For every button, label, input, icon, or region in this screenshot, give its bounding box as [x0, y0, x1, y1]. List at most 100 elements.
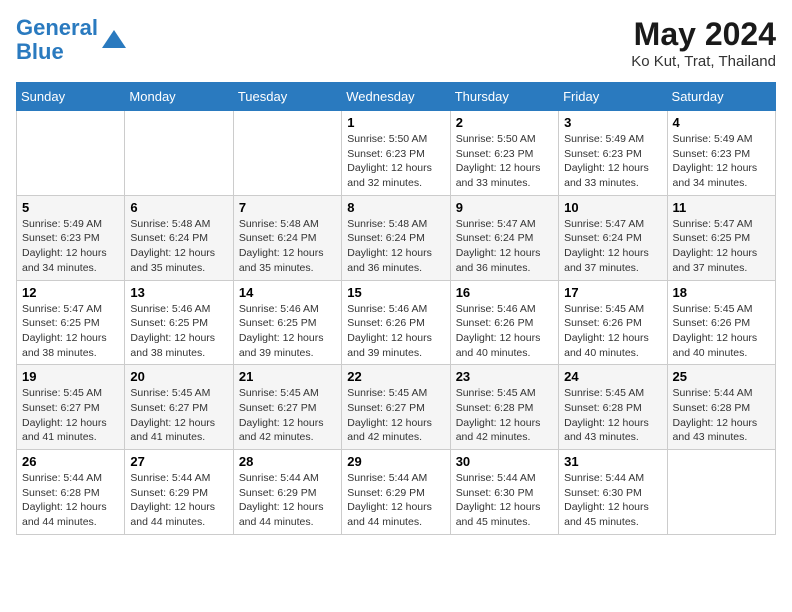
- calendar-cell: 15 Sunrise: 5:46 AMSunset: 6:26 PMDayligh…: [342, 280, 450, 365]
- day-number: 22: [347, 369, 444, 384]
- day-info: Sunrise: 5:50 AMSunset: 6:23 PMDaylight:…: [456, 132, 553, 191]
- calendar-cell: 20 Sunrise: 5:45 AMSunset: 6:27 PMDayligh…: [125, 365, 233, 450]
- weekday-header-row: SundayMondayTuesdayWednesdayThursdayFrid…: [17, 83, 776, 111]
- page-header: General Blue May 2024 Ko Kut, Trat, Thai…: [16, 16, 776, 70]
- day-info: Sunrise: 5:46 AMSunset: 6:25 PMDaylight:…: [130, 302, 227, 361]
- day-info: Sunrise: 5:47 AMSunset: 6:25 PMDaylight:…: [22, 302, 119, 361]
- weekday-header-sunday: Sunday: [17, 83, 125, 111]
- day-number: 10: [564, 200, 661, 215]
- day-number: 24: [564, 369, 661, 384]
- day-number: 20: [130, 369, 227, 384]
- logo-blue: Blue: [16, 39, 64, 64]
- day-number: 26: [22, 454, 119, 469]
- day-number: 12: [22, 285, 119, 300]
- calendar-cell: 27 Sunrise: 5:44 AMSunset: 6:29 PMDayligh…: [125, 450, 233, 535]
- calendar-cell: 16 Sunrise: 5:46 AMSunset: 6:26 PMDayligh…: [450, 280, 558, 365]
- calendar-cell: 22 Sunrise: 5:45 AMSunset: 6:27 PMDayligh…: [342, 365, 450, 450]
- month-year-title: May 2024: [631, 16, 776, 53]
- calendar-cell: 23 Sunrise: 5:45 AMSunset: 6:28 PMDayligh…: [450, 365, 558, 450]
- day-info: Sunrise: 5:50 AMSunset: 6:23 PMDaylight:…: [347, 132, 444, 191]
- day-number: 21: [239, 369, 336, 384]
- day-info: Sunrise: 5:44 AMSunset: 6:28 PMDaylight:…: [22, 471, 119, 530]
- day-info: Sunrise: 5:44 AMSunset: 6:30 PMDaylight:…: [456, 471, 553, 530]
- day-info: Sunrise: 5:45 AMSunset: 6:27 PMDaylight:…: [130, 386, 227, 445]
- calendar-cell: 24Sunrise: 5:45 AMSunset: 6:28 PMDayligh…: [559, 365, 667, 450]
- calendar-week-4: 19 Sunrise: 5:45 AMSunset: 6:27 PMDayligh…: [17, 365, 776, 450]
- day-number: 19: [22, 369, 119, 384]
- day-info: Sunrise: 5:47 AMSunset: 6:24 PMDaylight:…: [564, 217, 661, 276]
- weekday-header-monday: Monday: [125, 83, 233, 111]
- day-info: Sunrise: 5:48 AMSunset: 6:24 PMDaylight:…: [347, 217, 444, 276]
- calendar-cell: 19Sunrise: 5:45 AMSunset: 6:27 PMDayligh…: [17, 365, 125, 450]
- day-number: 6: [130, 200, 227, 215]
- calendar-cell: 14Sunrise: 5:46 AMSunset: 6:25 PMDayligh…: [233, 280, 341, 365]
- day-info: Sunrise: 5:48 AMSunset: 6:24 PMDaylight:…: [130, 217, 227, 276]
- day-info: Sunrise: 5:45 AMSunset: 6:26 PMDaylight:…: [673, 302, 770, 361]
- calendar-cell: 17Sunrise: 5:45 AMSunset: 6:26 PMDayligh…: [559, 280, 667, 365]
- weekday-header-friday: Friday: [559, 83, 667, 111]
- day-number: 23: [456, 369, 553, 384]
- day-number: 25: [673, 369, 770, 384]
- calendar-cell: 25Sunrise: 5:44 AMSunset: 6:28 PMDayligh…: [667, 365, 775, 450]
- day-number: 28: [239, 454, 336, 469]
- weekday-header-wednesday: Wednesday: [342, 83, 450, 111]
- calendar-cell: 2 Sunrise: 5:50 AMSunset: 6:23 PMDaylight…: [450, 111, 558, 196]
- day-info: Sunrise: 5:49 AMSunset: 6:23 PMDaylight:…: [673, 132, 770, 191]
- title-block: May 2024 Ko Kut, Trat, Thailand: [631, 16, 776, 70]
- weekday-header-saturday: Saturday: [667, 83, 775, 111]
- day-info: Sunrise: 5:49 AMSunset: 6:23 PMDaylight:…: [564, 132, 661, 191]
- day-info: Sunrise: 5:44 AMSunset: 6:29 PMDaylight:…: [130, 471, 227, 530]
- calendar-cell: 6 Sunrise: 5:48 AMSunset: 6:24 PMDaylight…: [125, 195, 233, 280]
- calendar-table: SundayMondayTuesdayWednesdayThursdayFrid…: [16, 82, 776, 535]
- day-info: Sunrise: 5:46 AMSunset: 6:25 PMDaylight:…: [239, 302, 336, 361]
- day-info: Sunrise: 5:48 AMSunset: 6:24 PMDaylight:…: [239, 217, 336, 276]
- calendar-cell: 28Sunrise: 5:44 AMSunset: 6:29 PMDayligh…: [233, 450, 341, 535]
- day-number: 2: [456, 115, 553, 130]
- day-number: 9: [456, 200, 553, 215]
- day-info: Sunrise: 5:46 AMSunset: 6:26 PMDaylight:…: [347, 302, 444, 361]
- calendar-cell: 21 Sunrise: 5:45 AMSunset: 6:27 PMDayligh…: [233, 365, 341, 450]
- calendar-cell: 31Sunrise: 5:44 AMSunset: 6:30 PMDayligh…: [559, 450, 667, 535]
- day-info: Sunrise: 5:49 AMSunset: 6:23 PMDaylight:…: [22, 217, 119, 276]
- calendar-cell: 13Sunrise: 5:46 AMSunset: 6:25 PMDayligh…: [125, 280, 233, 365]
- calendar-cell: [125, 111, 233, 196]
- calendar-cell: 12 Sunrise: 5:47 AMSunset: 6:25 PMDayligh…: [17, 280, 125, 365]
- day-info: Sunrise: 5:47 AMSunset: 6:25 PMDaylight:…: [673, 217, 770, 276]
- day-info: Sunrise: 5:45 AMSunset: 6:26 PMDaylight:…: [564, 302, 661, 361]
- day-number: 31: [564, 454, 661, 469]
- calendar-cell: 29 Sunrise: 5:44 AMSunset: 6:29 PMDayligh…: [342, 450, 450, 535]
- logo-general: General: [16, 15, 98, 40]
- day-info: Sunrise: 5:45 AMSunset: 6:28 PMDaylight:…: [456, 386, 553, 445]
- day-number: 16: [456, 285, 553, 300]
- calendar-cell: 30 Sunrise: 5:44 AMSunset: 6:30 PMDayligh…: [450, 450, 558, 535]
- calendar-cell: 8 Sunrise: 5:48 AMSunset: 6:24 PMDaylight…: [342, 195, 450, 280]
- calendar-week-3: 12 Sunrise: 5:47 AMSunset: 6:25 PMDayligh…: [17, 280, 776, 365]
- day-number: 8: [347, 200, 444, 215]
- calendar-cell: 4Sunrise: 5:49 AMSunset: 6:23 PMDaylight…: [667, 111, 775, 196]
- calendar-cell: [233, 111, 341, 196]
- calendar-cell: 5 Sunrise: 5:49 AMSunset: 6:23 PMDaylight…: [17, 195, 125, 280]
- day-number: 18: [673, 285, 770, 300]
- weekday-header-thursday: Thursday: [450, 83, 558, 111]
- day-info: Sunrise: 5:45 AMSunset: 6:27 PMDaylight:…: [239, 386, 336, 445]
- calendar-cell: [667, 450, 775, 535]
- day-number: 27: [130, 454, 227, 469]
- day-number: 11: [673, 200, 770, 215]
- calendar-cell: 11 Sunrise: 5:47 AMSunset: 6:25 PMDayligh…: [667, 195, 775, 280]
- calendar-cell: [17, 111, 125, 196]
- logo: General Blue: [16, 16, 128, 64]
- calendar-cell: 9Sunrise: 5:47 AMSunset: 6:24 PMDaylight…: [450, 195, 558, 280]
- day-info: Sunrise: 5:45 AMSunset: 6:27 PMDaylight:…: [347, 386, 444, 445]
- location-subtitle: Ko Kut, Trat, Thailand: [631, 53, 776, 70]
- calendar-week-5: 26 Sunrise: 5:44 AMSunset: 6:28 PMDayligh…: [17, 450, 776, 535]
- day-number: 5: [22, 200, 119, 215]
- calendar-cell: 10 Sunrise: 5:47 AMSunset: 6:24 PMDayligh…: [559, 195, 667, 280]
- day-number: 15: [347, 285, 444, 300]
- day-number: 1: [347, 115, 444, 130]
- day-info: Sunrise: 5:44 AMSunset: 6:29 PMDaylight:…: [347, 471, 444, 530]
- day-number: 29: [347, 454, 444, 469]
- logo-text: General Blue: [16, 16, 98, 64]
- day-info: Sunrise: 5:46 AMSunset: 6:26 PMDaylight:…: [456, 302, 553, 361]
- day-number: 30: [456, 454, 553, 469]
- calendar-cell: 26 Sunrise: 5:44 AMSunset: 6:28 PMDayligh…: [17, 450, 125, 535]
